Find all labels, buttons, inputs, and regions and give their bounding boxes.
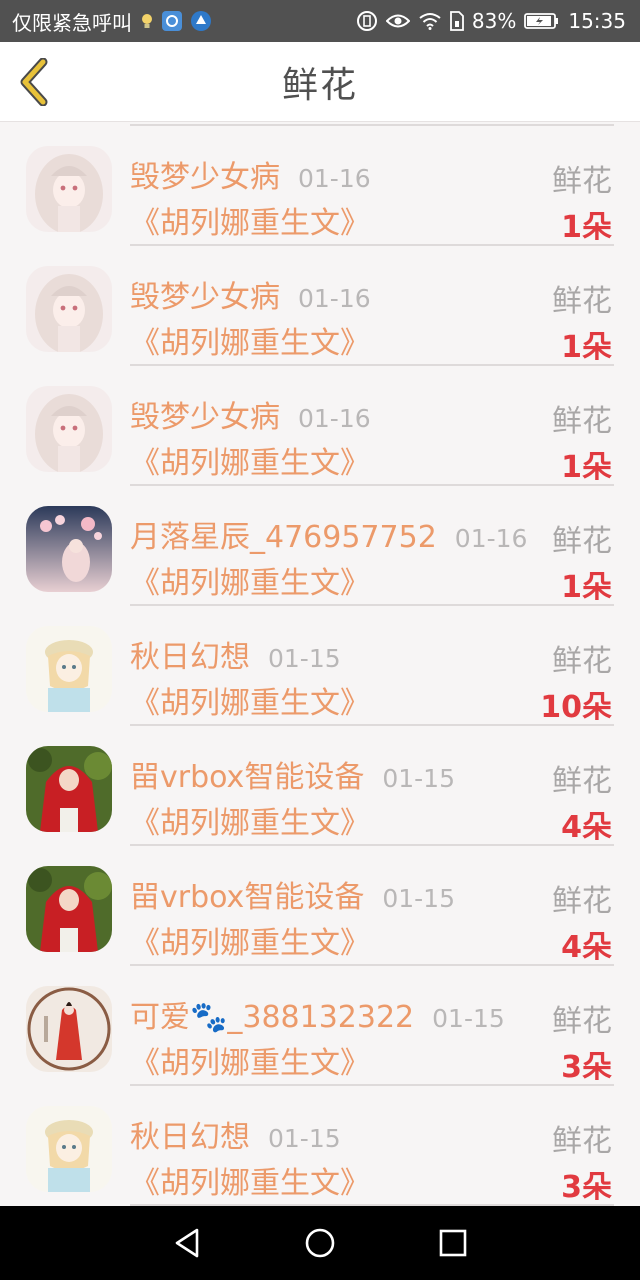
name-line: 毁梦少女病 01-16 (130, 392, 371, 435)
avatar[interactable] (26, 386, 112, 472)
user-name[interactable]: 㽞vrbox智能设备 (130, 752, 364, 796)
back-button[interactable] (12, 56, 56, 108)
user-name[interactable]: 可爱🐾_388132322 (130, 992, 414, 1036)
flower-gift-list[interactable]: 毁梦少女病 01-16 鲜花 《胡列娜重生文》 1朵 毁梦少女病 01-16 鲜花 《胡列娜重生… (0, 122, 640, 1206)
post-date: 01-15 (382, 764, 455, 793)
gift-count: 1朵 (561, 450, 612, 485)
eye-icon (385, 12, 410, 30)
name-line: 秋日幻想 01-15 (130, 1112, 341, 1155)
list-item[interactable]: 可爱🐾_388132322 01-15 鲜花《胡列娜重生文》 3朵 (0, 966, 640, 1086)
book-title[interactable]: 《胡列娜重生文》 (130, 558, 370, 602)
status-bar: 仅限紧急呼叫 83% 15:35 (0, 0, 640, 42)
gift-type: 鲜花 (552, 884, 612, 919)
gift-count: 1朵 (561, 570, 612, 605)
book-title[interactable]: 《胡列娜重生文》 (130, 678, 370, 722)
post-date: 01-16 (298, 284, 371, 313)
gift-type: 鲜花 (552, 644, 612, 679)
list-item[interactable]: 秋日幻想 01-15 鲜花《胡列娜重生文》 10朵 (0, 606, 640, 726)
system-nav-bar (0, 1206, 640, 1280)
gift-count: 1朵 (561, 330, 612, 365)
avatar[interactable] (26, 266, 112, 352)
name-line: 毁梦少女病 01-16 (130, 152, 371, 195)
list-item[interactable]: 毁梦少女病 01-16 鲜花《胡列娜重生文》 1朵 (0, 246, 640, 366)
wifi-icon (418, 12, 442, 30)
app-icon-full (190, 10, 212, 32)
post-date: 01-15 (432, 1004, 505, 1033)
book-title[interactable]: 《胡列娜重生文》 (130, 1158, 370, 1202)
carrier-text: 仅限紧急呼叫 (12, 10, 132, 35)
book-title[interactable]: 《胡列娜重生文》 (130, 438, 370, 482)
avatar[interactable] (26, 506, 112, 592)
user-name[interactable]: 秋日幻想 (130, 632, 250, 676)
status-bar-left: 仅限紧急呼叫 (12, 7, 212, 36)
avatar[interactable] (26, 1106, 112, 1192)
avatar[interactable] (26, 746, 112, 832)
book-title[interactable]: 《胡列娜重生文》 (130, 198, 370, 242)
post-date: 01-16 (298, 164, 371, 193)
post-date: 01-16 (298, 404, 371, 433)
sim-icon (450, 11, 464, 31)
name-line: 㽞vrbox智能设备 01-15 (130, 752, 455, 795)
page-title: 鲜花 (281, 65, 358, 106)
status-bar-right: 83% 15:35 (356, 9, 626, 33)
gift-count: 3朵 (561, 1170, 612, 1205)
nav-back-button[interactable] (157, 1213, 217, 1273)
gift-type: 鲜花 (552, 1004, 612, 1039)
chevron-left-icon (20, 58, 48, 106)
gift-count: 4朵 (561, 930, 612, 965)
gift-count: 4朵 (561, 810, 612, 845)
home-circle-icon (305, 1228, 335, 1258)
list-item[interactable]: 毁梦少女病 01-16 鲜花《胡列娜重生文》 1朵 (0, 366, 640, 486)
avatar[interactable] (26, 986, 112, 1072)
post-date: 01-15 (268, 1124, 341, 1153)
gift-type: 鲜花 (552, 764, 612, 799)
list-item[interactable]: 月落星辰_476957752 01-16 鲜花《胡列娜重生文》 1朵 (0, 486, 640, 606)
user-name[interactable]: 㽞vrbox智能设备 (130, 872, 364, 916)
user-name[interactable]: 秋日幻想 (130, 1112, 250, 1156)
back-triangle-icon (175, 1228, 198, 1258)
name-line: 月落星辰_476957752 01-16 (130, 512, 528, 555)
post-date: 01-15 (382, 884, 455, 913)
gift-type: 鲜花 (552, 404, 612, 439)
book-title[interactable]: 《胡列娜重生文》 (130, 318, 370, 362)
user-name[interactable]: 毁梦少女病 (130, 272, 280, 316)
post-date: 01-15 (268, 644, 341, 673)
gift-count: 10朵 (540, 690, 612, 725)
avatar[interactable] (26, 866, 112, 952)
gift-type: 鲜花 (552, 164, 612, 199)
user-name[interactable]: 毁梦少女病 (130, 152, 280, 196)
avatar[interactable] (26, 626, 112, 712)
book-title[interactable]: 《胡列娜重生文》 (130, 918, 370, 962)
list-item[interactable]: 㽞vrbox智能设备 01-15 鲜花《胡列娜重生文》 4朵 (0, 726, 640, 846)
name-line: 秋日幻想 01-15 (130, 632, 341, 675)
gift-type: 鲜花 (552, 1124, 612, 1159)
vibrate-icon (356, 10, 378, 32)
avatar[interactable] (26, 146, 112, 232)
nav-recents-button[interactable] (423, 1213, 483, 1273)
app-icon-blue (162, 11, 182, 31)
post-date: 01-16 (454, 524, 528, 553)
gift-type: 鲜花 (552, 524, 612, 559)
gift-count: 1朵 (561, 210, 612, 245)
nav-home-button[interactable] (290, 1213, 350, 1273)
name-line: 㽞vrbox智能设备 01-15 (130, 872, 455, 915)
gift-type: 鲜花 (552, 284, 612, 319)
list-item[interactable]: 毁梦少女病 01-16 鲜花《胡列娜重生文》 1朵 (0, 126, 640, 246)
list-item[interactable]: 秋日幻想 01-15 鲜花《胡列娜重生文》 3朵 (0, 1086, 640, 1206)
battery-percent: 83% (471, 9, 517, 33)
user-name[interactable]: 毁梦少女病 (130, 392, 280, 436)
name-line: 毁梦少女病 01-16 (130, 272, 371, 315)
bulb-icon (140, 12, 154, 30)
recents-square-icon (440, 1229, 467, 1257)
gift-count: 3朵 (561, 1050, 612, 1085)
clock-time: 15:35 (568, 9, 626, 33)
battery-icon (524, 12, 560, 30)
user-name[interactable]: 月落星辰_476957752 (130, 512, 437, 556)
book-title[interactable]: 《胡列娜重生文》 (130, 1038, 370, 1082)
book-title[interactable]: 《胡列娜重生文》 (130, 798, 370, 842)
list-item[interactable]: 㽞vrbox智能设备 01-15 鲜花《胡列娜重生文》 4朵 (0, 846, 640, 966)
app-header: 鲜花 (0, 42, 640, 122)
name-line: 可爱🐾_388132322 01-15 (130, 992, 505, 1035)
